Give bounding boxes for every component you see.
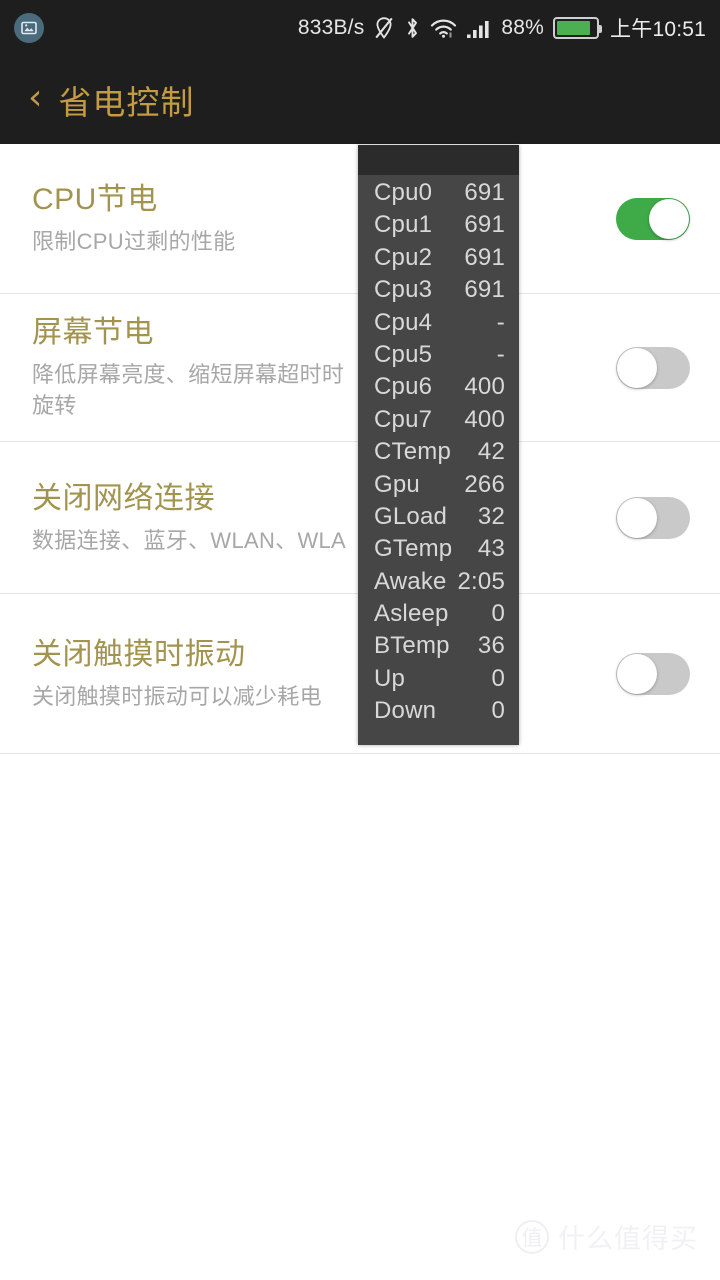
cpu-monitor-row-key: Gpu bbox=[374, 470, 420, 498]
cpu-monitor-row-value: - bbox=[496, 340, 505, 368]
cpu-monitor-row-key: Awake bbox=[374, 567, 447, 595]
cpu-monitor-row: Gpu 266 bbox=[374, 471, 505, 503]
toggle-knob bbox=[617, 653, 657, 694]
cpu-monitor-row-value: 691 bbox=[464, 211, 505, 239]
wifi-icon bbox=[430, 16, 457, 40]
toggle-switch-disable-haptics[interactable] bbox=[616, 652, 690, 695]
cpu-monitor-row-key: Cpu6 bbox=[374, 373, 433, 401]
cpu-monitor-row-value: 43 bbox=[477, 535, 505, 563]
cpu-monitor-row: Cpu3 691 bbox=[374, 276, 505, 308]
cpu-monitor-row: Cpu5 - bbox=[374, 341, 505, 373]
page-title: 省电控制 bbox=[58, 84, 195, 121]
list-item-text-block: 关闭触摸时振动 关闭触摸时振动可以减少耗电 bbox=[32, 635, 616, 712]
cpu-monitor-row-key: Up bbox=[374, 664, 406, 692]
toggle-switch-disable-network[interactable] bbox=[616, 496, 690, 539]
cpu-monitor-row: Cpu6 400 bbox=[374, 373, 505, 405]
cpu-monitor-row-key: Cpu2 bbox=[374, 243, 433, 271]
cpu-monitor-row-value: 691 bbox=[464, 276, 505, 304]
location-off-icon bbox=[373, 16, 395, 40]
cpu-monitor-row-value: 691 bbox=[464, 179, 505, 206]
cpu-monitor-row-key: Cpu3 bbox=[374, 276, 433, 304]
cpu-monitor-row-value: 400 bbox=[464, 405, 505, 433]
cpu-monitor-row: Cpu4 - bbox=[374, 309, 505, 341]
signal-bars-icon bbox=[466, 16, 492, 40]
cpu-monitor-row-value: 691 bbox=[464, 243, 505, 271]
cpu-monitor-row-key: Cpu5 bbox=[374, 340, 433, 368]
cpu-monitor-row-key: Cpu0 bbox=[374, 179, 433, 206]
cpu-monitor-row: Awake 2:05 bbox=[374, 568, 505, 600]
cpu-monitor-row: GLoad 32 bbox=[374, 503, 505, 535]
cpu-monitor-row-key: GTemp bbox=[374, 535, 453, 563]
cpu-monitor-row: Cpu1 691 bbox=[374, 211, 505, 243]
cpu-monitor-row: Cpu2 691 bbox=[374, 244, 505, 276]
phone-screen: 833B/s 88% 上午10:51 ‹ 省电控制 CPU节电 限制CPU过剩的… bbox=[0, 0, 720, 1280]
cpu-monitor-row-value: 0 bbox=[491, 664, 505, 692]
cpu-monitor-row: Cpu0 691 bbox=[374, 179, 505, 211]
cpu-monitor-row: Cpu7 400 bbox=[374, 406, 505, 438]
list-item-text-block: 屏幕节电 降低屏幕亮度、缩短屏幕超时时 旋转 bbox=[32, 313, 616, 421]
status-bar-left bbox=[14, 13, 44, 43]
battery-fill bbox=[557, 21, 591, 35]
cpu-monitor-row-key: Cpu4 bbox=[374, 308, 433, 336]
cpu-monitor-rows: Cpu0 691 Cpu1 691 Cpu2 691 Cpu3 691 Cpu4- Cpu5- Cp… bbox=[358, 175, 519, 734]
cpu-monitor-row-value: 2:05 bbox=[457, 567, 505, 595]
toggle-knob bbox=[617, 347, 657, 388]
cpu-monitor-row-key: BTemp bbox=[374, 632, 450, 660]
cpu-monitor-row-value: 32 bbox=[477, 502, 505, 530]
list-item-text-block: 关闭网络连接 数据连接、蓝牙、WLAN、WLA bbox=[32, 479, 616, 556]
toggle-knob bbox=[649, 198, 689, 239]
cpu-monitor-overlay-header[interactable] bbox=[358, 145, 519, 175]
cpu-monitor-row: Asleep 0 bbox=[374, 600, 505, 632]
cpu-monitor-row: Down 0 bbox=[374, 697, 505, 729]
cpu-monitor-overlay[interactable]: Cpu0 691 Cpu1 691 Cpu2 691 Cpu3 691 Cpu4- Cpu5- Cp… bbox=[358, 145, 519, 745]
cpu-monitor-row: BTemp 36 bbox=[374, 632, 505, 664]
status-bar-right: 833B/s 88% 上午10:51 bbox=[298, 13, 706, 43]
watermark-logo-icon: 值 bbox=[515, 1219, 549, 1254]
watermark: 值 什么值得买 bbox=[515, 1217, 698, 1256]
cpu-monitor-row-value: 36 bbox=[477, 632, 505, 660]
cpu-monitor-row-value: 0 bbox=[491, 697, 505, 725]
cpu-monitor-row-value: 400 bbox=[464, 373, 505, 401]
cpu-monitor-row-key: Down bbox=[374, 697, 437, 725]
cpu-monitor-row-key: Cpu7 bbox=[374, 405, 433, 433]
cpu-monitor-row-value: 266 bbox=[464, 470, 505, 498]
cpu-monitor-row-key: Cpu1 bbox=[374, 211, 433, 239]
watermark-text: 什么值得买 bbox=[558, 1224, 698, 1254]
cpu-monitor-row-value: 42 bbox=[477, 438, 505, 466]
toggle-knob bbox=[617, 497, 657, 538]
screenshot-notification-icon[interactable] bbox=[14, 13, 44, 43]
network-speed-text: 833B/s bbox=[297, 16, 365, 39]
app-header: ‹ 省电控制 bbox=[0, 56, 720, 144]
cpu-monitor-row: Up 0 bbox=[374, 665, 505, 697]
cpu-monitor-row: CTemp 42 bbox=[374, 438, 505, 470]
cpu-monitor-row: GTemp 43 bbox=[374, 535, 505, 567]
status-bar-clock: 上午10:51 bbox=[610, 18, 706, 41]
status-bar: 833B/s 88% 上午10:51 bbox=[0, 0, 720, 56]
back-button[interactable]: ‹ bbox=[28, 80, 42, 120]
cpu-monitor-row-value: 0 bbox=[491, 600, 505, 628]
toggle-switch-screen-saving[interactable] bbox=[616, 346, 690, 389]
list-item-text-block: CPU节电 限制CPU过剩的性能 bbox=[32, 180, 616, 257]
bluetooth-icon bbox=[404, 16, 421, 40]
toggle-switch-cpu-saving[interactable] bbox=[616, 197, 690, 240]
cpu-monitor-row-value: - bbox=[496, 308, 505, 336]
battery-percent-text: 88% bbox=[501, 16, 545, 39]
cpu-monitor-row-key: CTemp bbox=[374, 438, 452, 466]
battery-icon bbox=[553, 17, 603, 39]
cpu-monitor-row-key: Asleep bbox=[374, 600, 449, 628]
cpu-monitor-row-key: GLoad bbox=[374, 502, 448, 530]
